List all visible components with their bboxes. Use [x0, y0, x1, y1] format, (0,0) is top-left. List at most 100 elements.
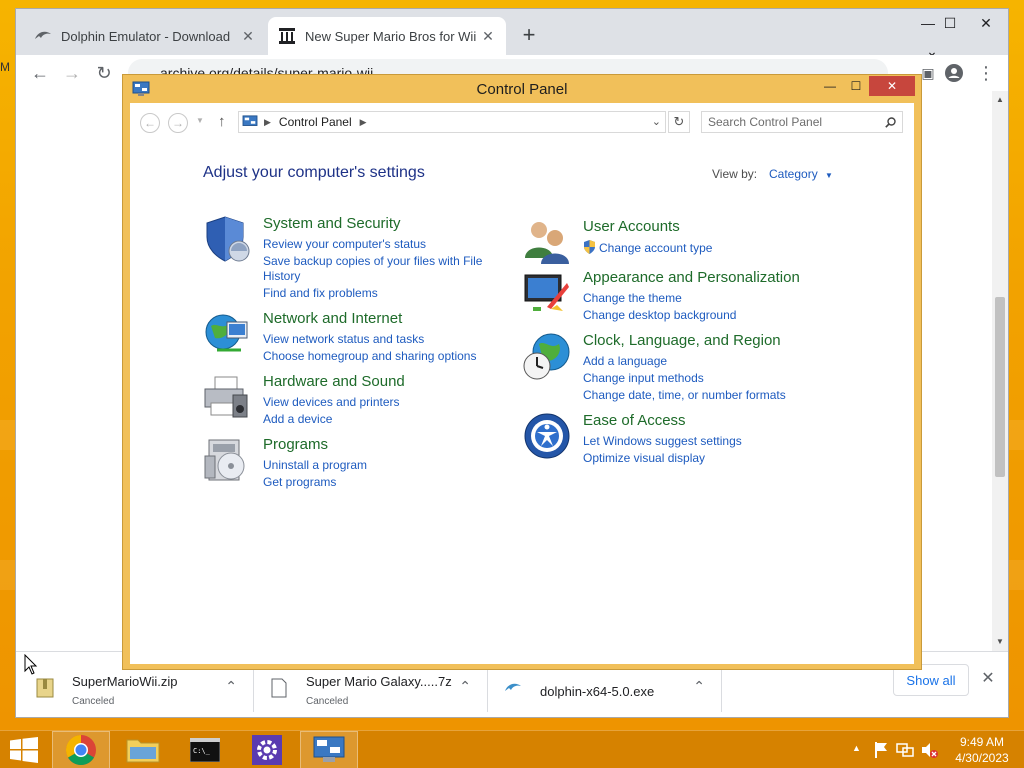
category-link[interactable]: Get programs [263, 475, 336, 489]
close-button[interactable]: ✕ [869, 76, 915, 96]
search-input[interactable]: Search Control Panel [701, 111, 903, 133]
category-link[interactable]: Change input methods [583, 371, 704, 385]
category-link[interactable]: Change account type [583, 240, 712, 255]
search-placeholder: Search Control Panel [708, 115, 823, 129]
taskbar-settings[interactable] [238, 731, 296, 768]
svg-text:C:\_: C:\_ [193, 747, 211, 755]
ease-of-access-icon [524, 413, 570, 459]
clock-globe-icon [523, 333, 570, 380]
control-panel-icon [313, 736, 345, 762]
taskbar-control-panel[interactable] [300, 731, 358, 768]
reload-button[interactable]: ↻ [92, 61, 116, 85]
category-link[interactable]: Uninstall a program [263, 458, 367, 472]
category-link[interactable]: Change the theme [583, 291, 682, 305]
category-title[interactable]: Clock, Language, and Region [583, 332, 781, 349]
address-bar[interactable]: ▶ Control Panel ▶ ⌄ [238, 111, 666, 133]
view-by-dropdown[interactable]: Category ▼ [769, 167, 833, 181]
chevron-up-icon[interactable]: ⌃ [225, 678, 237, 695]
download-status: Canceled [72, 696, 115, 707]
dolphin-icon [505, 683, 521, 691]
desktop-icon-label: M [0, 60, 10, 74]
menu-icon[interactable]: ⋮ [974, 61, 998, 85]
taskbar-file-explorer[interactable] [114, 731, 172, 768]
page-title: Adjust your computer's settings [203, 164, 425, 181]
forward-button[interactable]: → [168, 113, 188, 133]
tab-close-icon[interactable]: ✕ [240, 28, 256, 44]
category-link[interactable]: Change desktop background [583, 308, 736, 322]
category-title[interactable]: User Accounts [583, 218, 680, 235]
forward-button[interactable]: → [60, 61, 84, 85]
category-title[interactable]: Appearance and Personalization [583, 269, 800, 286]
taskbar: C:\_ ▲ 9:49 AM 4/30/2023 [0, 730, 1024, 768]
recent-pages-icon[interactable]: ▼ [196, 116, 204, 125]
category-link[interactable]: Save backup copies of your files with Fi… [263, 254, 482, 268]
chevron-up-icon[interactable]: ⌃ [459, 678, 471, 695]
shield-icon [206, 216, 250, 262]
control-panel-window: Control Panel — ☐ ✕ ← → ▼ ↑ ▶ Control Pa… [122, 74, 922, 670]
close-icon[interactable]: ✕ [978, 668, 998, 688]
refresh-button[interactable]: ↻ [668, 111, 690, 133]
chevron-down-icon[interactable]: ⌄ [652, 115, 661, 128]
breadcrumb[interactable]: Control Panel [279, 115, 352, 129]
category-title[interactable]: Programs [263, 436, 328, 453]
control-panel-icon [242, 115, 258, 126]
category-title[interactable]: Hardware and Sound [263, 373, 405, 390]
scroll-up-icon[interactable]: ▲ [992, 93, 1008, 107]
category-link[interactable]: Change date, time, or number formats [583, 388, 786, 402]
category-title[interactable]: Network and Internet [263, 310, 402, 327]
start-button[interactable] [0, 731, 48, 768]
category-link[interactable]: Let Windows suggest settings [583, 434, 742, 448]
category-link[interactable]: Add a language [583, 354, 667, 368]
cp-client-area: ← → ▼ ↑ ▶ Control Panel ▶ ⌄ ↻ Search Con… [130, 103, 914, 664]
minimize-button[interactable]: — [817, 76, 843, 96]
tray-expand-icon[interactable]: ▲ [852, 743, 861, 753]
chevron-up-icon[interactable]: ⌃ [693, 678, 705, 695]
profile-icon[interactable] [942, 61, 966, 85]
monitor-paint-icon [524, 274, 569, 311]
up-arrow-icon[interactable]: ↑ [218, 113, 226, 130]
volume-muted-icon[interactable] [920, 741, 938, 759]
maximize-button[interactable]: ☐ [930, 9, 970, 37]
cmd-icon: C:\_ [190, 738, 220, 762]
chevron-right-icon[interactable]: ▶ [360, 117, 367, 128]
page-scrollbar[interactable]: ▲ ▼ [992, 91, 1008, 651]
tab-archive[interactable]: New Super Mario Bros for Wii : N ✕ [268, 17, 506, 55]
scrollbar-thumb[interactable] [995, 297, 1005, 477]
category-link[interactable]: Optimize visual display [583, 451, 705, 465]
new-tab-button[interactable]: + [519, 24, 539, 46]
chevron-down-icon: ▼ [825, 171, 833, 180]
dolphin-icon [34, 27, 52, 45]
back-button[interactable]: ← [140, 113, 160, 133]
tab-label: New Super Mario Bros for Wii : N [305, 28, 480, 44]
category-link[interactable]: History [263, 269, 300, 283]
back-button[interactable]: ← [28, 61, 52, 85]
clock[interactable]: 9:49 AM 4/30/2023 [950, 734, 1014, 766]
category-link[interactable]: View network status and tasks [263, 332, 424, 346]
file-icon [271, 678, 287, 698]
window-title: Control Panel [476, 81, 568, 98]
scroll-down-icon[interactable]: ▼ [992, 635, 1008, 649]
tab-label: Dolphin Emulator - Download [61, 28, 231, 44]
maximize-button[interactable]: ☐ [843, 76, 869, 96]
category-title[interactable]: Ease of Access [583, 412, 686, 429]
chevron-right-icon[interactable]: ▶ [264, 117, 271, 128]
clock-time: 9:49 AM [959, 735, 1005, 749]
network-icon[interactable] [896, 741, 914, 759]
category-link[interactable]: Review your computer's status [263, 237, 426, 251]
chrome-icon [65, 735, 96, 766]
tab-dolphin[interactable]: Dolphin Emulator - Download ✕ [24, 17, 266, 55]
action-center-flag-icon[interactable] [872, 741, 890, 759]
tab-close-icon[interactable]: ✕ [480, 28, 496, 44]
cp-titlebar[interactable]: Control Panel — ☐ ✕ [123, 75, 921, 103]
search-icon[interactable] [885, 117, 896, 128]
taskbar-chrome[interactable] [52, 731, 110, 768]
taskbar-cmd[interactable]: C:\_ [176, 731, 234, 768]
category-link[interactable]: View devices and printers [263, 395, 400, 409]
category-title[interactable]: System and Security [263, 215, 401, 232]
category-link[interactable]: Choose homegroup and sharing options [263, 349, 476, 363]
close-button[interactable]: ✕ [966, 9, 1006, 37]
category-link[interactable]: Find and fix problems [263, 286, 378, 300]
download-name: Super Mario Galaxy.....7z [306, 674, 452, 689]
category-link[interactable]: Add a device [263, 412, 332, 426]
network-globe-icon [205, 314, 248, 352]
